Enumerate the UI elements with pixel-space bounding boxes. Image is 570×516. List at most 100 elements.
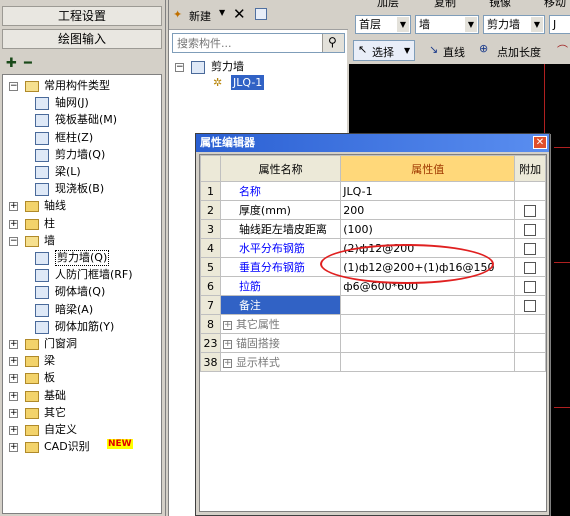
tree-item-label: 常用构件类型 xyxy=(44,79,110,92)
property-name[interactable]: 厚度(mm) xyxy=(219,200,342,220)
collapse-icon[interactable]: − xyxy=(9,82,18,91)
property-value[interactable]: 200 xyxy=(340,200,516,220)
property-row[interactable]: 1 名称 JLQ-1 xyxy=(200,181,546,201)
grid-icon xyxy=(35,97,49,111)
project-settings-button[interactable]: 工程设置 xyxy=(2,6,162,26)
property-row[interactable]: 3 轴线距左墙皮距离 (100) xyxy=(200,219,546,239)
line-button[interactable]: 直线 xyxy=(443,44,465,60)
header-name: 属性名称 xyxy=(219,155,342,182)
delete-icon[interactable]: ✕ xyxy=(233,5,246,23)
expand-icon[interactable]: + xyxy=(9,374,18,384)
add-floor-button[interactable]: 加层 xyxy=(377,0,399,10)
search-button[interactable]: ⚲ xyxy=(322,34,344,52)
hidden-beam-icon xyxy=(35,303,49,317)
expand-icon[interactable]: + xyxy=(9,426,18,435)
cursor-icon: ↖ xyxy=(358,43,368,56)
property-name[interactable]: 水平分布钢筋 xyxy=(219,238,342,258)
collapse-icon[interactable]: − xyxy=(9,236,18,246)
chevron-down-icon: ▼ xyxy=(397,17,409,32)
expand-icon[interactable]: + xyxy=(222,358,232,368)
new-icon: ✦ xyxy=(173,8,183,21)
row-index: 7 xyxy=(200,295,221,315)
property-name[interactable]: + 显示样式 xyxy=(219,352,342,372)
property-value[interactable] xyxy=(340,314,516,334)
search-icon: ⚲ xyxy=(328,35,337,49)
collapse-icon[interactable]: − xyxy=(175,63,184,72)
select-button-label: 选择 xyxy=(372,46,394,59)
folder-icon xyxy=(25,407,39,419)
close-icon[interactable]: ✕ xyxy=(533,136,547,149)
extra-checkbox[interactable] xyxy=(524,280,537,293)
move-button[interactable]: 移动 xyxy=(544,0,566,10)
folder-icon xyxy=(25,425,39,436)
property-name[interactable]: 轴线距左墙皮距离 xyxy=(219,219,342,239)
door-frame-wall-icon xyxy=(35,269,49,283)
extra-checkbox[interactable] xyxy=(524,261,537,274)
property-row[interactable]: 38 + 显示样式 xyxy=(200,352,546,372)
property-row[interactable]: 2 厚度(mm) 200 xyxy=(200,200,546,220)
property-row[interactable]: 7 备注 xyxy=(200,295,546,315)
tree-item-label: 筏板基础(M) xyxy=(55,113,118,127)
property-name[interactable]: + 锚固搭接 xyxy=(219,333,342,353)
expand-icon[interactable]: + xyxy=(222,320,232,330)
extra-checkbox[interactable] xyxy=(524,242,537,255)
collapse-all-icon[interactable]: ━ xyxy=(24,56,32,71)
tree-item-label: 暗梁(A) xyxy=(55,302,94,316)
expand-icon[interactable]: + xyxy=(222,339,232,349)
beam-icon xyxy=(35,166,49,179)
row-index: 6 xyxy=(200,276,221,296)
expand-icon[interactable]: + xyxy=(9,443,18,453)
element-select[interactable]: J xyxy=(549,15,570,34)
mirror-button[interactable]: 镜像 xyxy=(489,0,511,10)
expand-icon[interactable]: + xyxy=(9,340,18,349)
axis-tick xyxy=(554,262,570,263)
point-length-button[interactable]: 点加长度 xyxy=(497,44,541,60)
folder-icon xyxy=(25,339,39,350)
header-extra: 附加 xyxy=(514,155,546,182)
gear-icon: ✲ xyxy=(213,76,223,89)
property-name[interactable]: 名称 xyxy=(219,181,342,201)
expand-icon[interactable]: + xyxy=(9,202,18,212)
property-value[interactable] xyxy=(340,333,516,353)
property-extra xyxy=(514,333,546,353)
property-value[interactable]: JLQ-1 xyxy=(340,181,516,201)
row-index: 3 xyxy=(200,219,221,239)
property-row[interactable]: 23 + 锚固搭接 xyxy=(200,333,546,353)
tree-item-label: 人防门框墙(RF) xyxy=(55,268,133,282)
expand-icon[interactable]: + xyxy=(9,408,18,418)
property-name[interactable]: 拉筋 xyxy=(219,276,342,296)
select-button[interactable]: ↖ 选择 ▼ xyxy=(353,40,415,61)
chevron-down-icon: ▼ xyxy=(465,17,477,32)
header-index xyxy=(200,155,221,182)
property-name[interactable]: + 其它属性 xyxy=(219,314,342,334)
expand-icon[interactable]: + xyxy=(9,357,18,367)
expand-icon[interactable]: + xyxy=(9,219,18,229)
arc-icon[interactable]: ⌒ xyxy=(557,42,568,58)
expand-icon[interactable]: + xyxy=(9,391,18,401)
extra-checkbox[interactable] xyxy=(524,299,537,312)
property-value[interactable] xyxy=(340,352,516,372)
property-value[interactable] xyxy=(340,295,516,315)
new-button[interactable]: 新建 xyxy=(189,8,211,24)
folder-icon xyxy=(25,218,39,230)
search-input[interactable] xyxy=(175,35,320,51)
chevron-down-icon[interactable]: ▼ xyxy=(219,8,225,17)
tree-item-label: 砌体加筋(Y) xyxy=(55,319,115,333)
tree-item-label: 柱 xyxy=(44,216,55,230)
property-row[interactable]: 8 + 其它属性 xyxy=(200,314,546,334)
copy-icon[interactable] xyxy=(255,8,267,20)
extra-checkbox[interactable] xyxy=(524,223,537,236)
new-badge: NEW xyxy=(107,439,133,450)
type-select[interactable]: 剪力墙 ▼ xyxy=(483,15,545,34)
copy-button[interactable]: 复制 xyxy=(434,0,456,10)
highlight-ellipse xyxy=(320,244,494,284)
drawing-input-button[interactable]: 绘图输入 xyxy=(2,29,162,49)
extra-checkbox[interactable] xyxy=(524,204,537,217)
header-value: 属性值 xyxy=(340,155,516,182)
tree-item-label: 其它 xyxy=(44,405,66,419)
expand-all-icon[interactable]: ✚ xyxy=(6,56,17,71)
floor-select[interactable]: 首层 ▼ xyxy=(355,15,411,34)
property-value[interactable]: (100) xyxy=(340,219,516,239)
property-name[interactable]: 备注 xyxy=(219,295,342,315)
category-select[interactable]: 墙 ▼ xyxy=(415,15,479,34)
